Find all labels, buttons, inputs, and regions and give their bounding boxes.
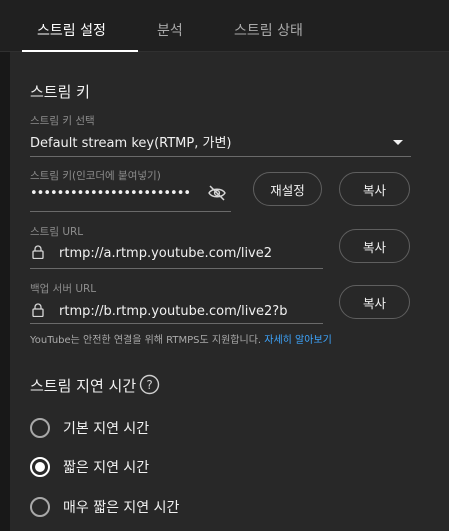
radio-low-latency[interactable]: [30, 457, 50, 477]
copy-backup-url-button[interactable]: 복사: [339, 285, 410, 319]
reset-button[interactable]: 재설정: [253, 172, 322, 206]
svg-text:?: ?: [146, 378, 152, 392]
tab-bar: 스트림 설정 분석 스트림 상태: [0, 0, 449, 53]
learn-more-link[interactable]: 자세히 알아보기: [264, 335, 332, 346]
lock-icon: [32, 245, 44, 259]
backup-url-value[interactable]: rtmp://b.rtmp.youtube.com/live2?b: [59, 304, 287, 319]
eye-off-icon[interactable]: [207, 185, 227, 201]
stream-key-title: 스트림 키: [30, 83, 90, 101]
backup-url-label: 백업 서버 URL: [30, 283, 97, 295]
copy-url-button[interactable]: 복사: [339, 229, 410, 263]
copy-key-button[interactable]: 복사: [339, 172, 410, 206]
tab-analytics[interactable]: 분석: [157, 20, 183, 40]
stream-url-underline: [30, 268, 323, 269]
stream-key-label: 스트림 키(인코더에 붙여넣기): [30, 170, 161, 182]
rtmps-note: YouTube는 안전한 연결을 위해 RTMPS도 지원합니다. 자세히 알아…: [30, 331, 332, 346]
radio-ultra-low-latency-label[interactable]: 매우 짧은 지연 시간: [63, 497, 179, 517]
stream-key-select[interactable]: Default stream key(RTMP, 가변): [30, 125, 411, 157]
radio-normal-latency-label[interactable]: 기본 지연 시간: [63, 418, 149, 438]
rtmps-note-text: YouTube는 안전한 연결을 위해 RTMPS도 지원합니다.: [30, 335, 262, 346]
radio-normal-latency[interactable]: [30, 418, 50, 438]
radio-low-latency-label[interactable]: 짧은 지연 시간: [63, 457, 149, 477]
help-icon[interactable]: ?: [139, 374, 160, 395]
caret-down-icon: [393, 140, 403, 145]
stream-key-select-underline: [30, 156, 411, 157]
lock-icon: [32, 303, 44, 317]
tab-stream-settings[interactable]: 스트림 설정: [37, 20, 106, 40]
radio-ultra-low-latency[interactable]: [30, 497, 50, 517]
tab-stream-health[interactable]: 스트림 상태: [234, 20, 303, 40]
stream-key-underline: [30, 211, 231, 212]
stream-key-select-value: Default stream key(RTMP, 가변): [30, 136, 232, 151]
stream-url-label: 스트림 URL: [30, 226, 84, 238]
latency-title: 스트림 지연 시간: [30, 377, 137, 395]
stream-key-field[interactable]: ••••••••••••••••••••••••: [30, 186, 191, 201]
stream-url-value[interactable]: rtmp://a.rtmp.youtube.com/live2: [59, 246, 272, 261]
backup-url-underline: [30, 323, 323, 324]
